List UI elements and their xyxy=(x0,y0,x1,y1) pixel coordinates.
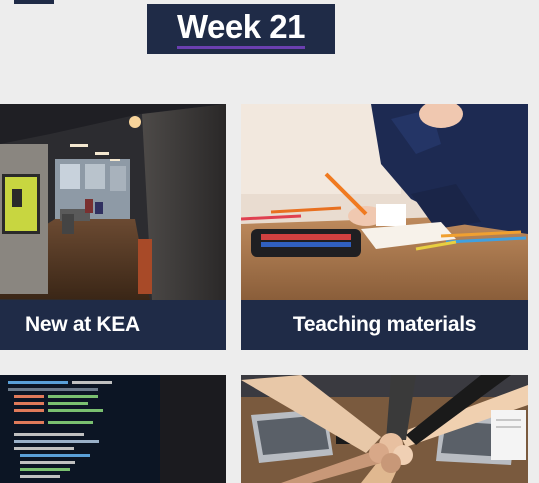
page: Week 21 New at KEA Teaching materials xyxy=(0,0,539,483)
card-new-at-kea[interactable]: New at KEA xyxy=(0,104,226,350)
team-fists-photo-icon xyxy=(241,375,528,483)
student-writing-photo-icon xyxy=(241,104,528,300)
card-label-teaching-materials: Teaching materials xyxy=(241,300,528,350)
week-title: Week 21 xyxy=(177,9,305,49)
card-code-screen[interactable] xyxy=(0,375,226,483)
card-label-new-at-kea: New at KEA xyxy=(0,300,226,350)
week-banner: Week 21 xyxy=(147,4,335,54)
card-teaching-materials[interactable]: Teaching materials xyxy=(241,104,528,350)
code-screen-photo-icon xyxy=(0,375,226,483)
office-hallway-photo-icon xyxy=(0,104,226,300)
card-team-fists[interactable] xyxy=(241,375,528,483)
top-corner-tab[interactable] xyxy=(14,0,54,4)
